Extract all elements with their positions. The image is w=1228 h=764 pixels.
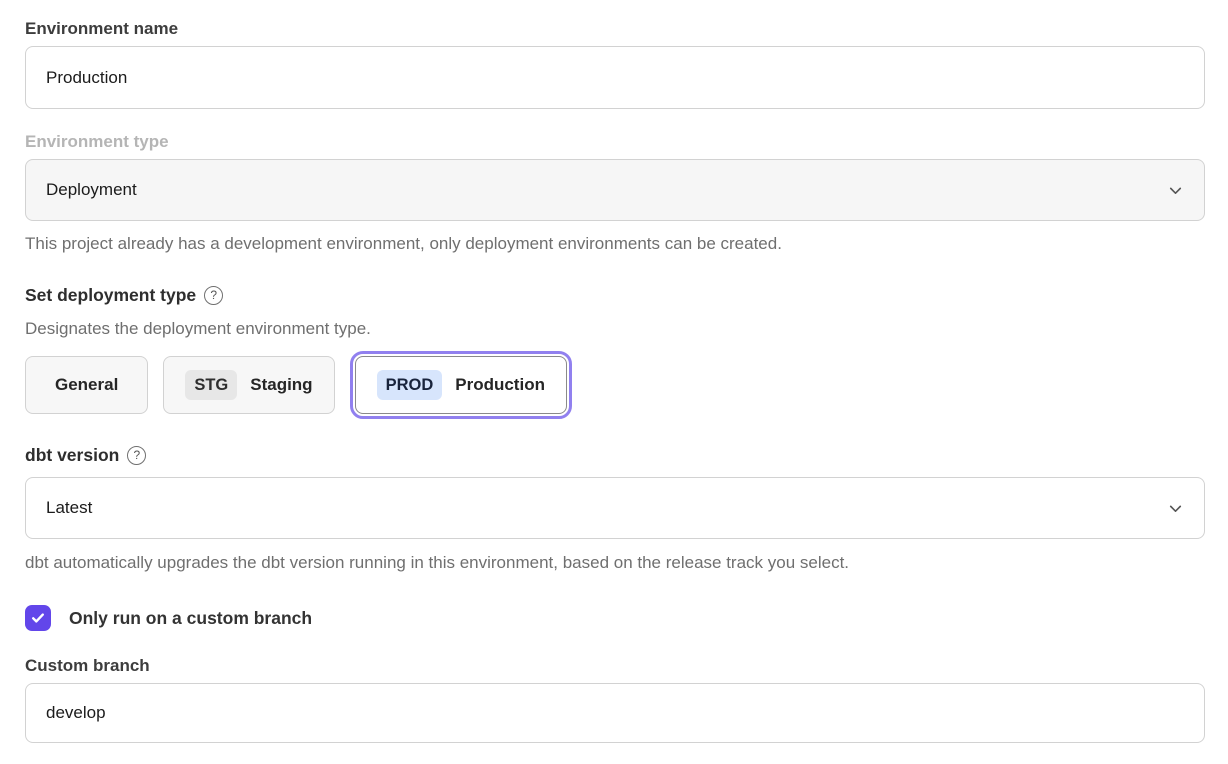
- chevron-down-icon: [1167, 182, 1184, 199]
- deployment-type-section: Set deployment type ? Designates the dep…: [25, 284, 1205, 417]
- dbt-version-field: dbt version ? Latest dbt automatically u…: [25, 444, 1205, 574]
- deployment-type-heading: Set deployment type: [25, 284, 196, 306]
- custom-branch-checkbox-label: Only run on a custom branch: [69, 608, 312, 629]
- environment-name-field: Environment name: [25, 18, 1205, 109]
- environment-name-input[interactable]: [25, 46, 1205, 109]
- environment-type-field: Environment type Deployment This project…: [25, 131, 1205, 255]
- deployment-type-option-general-label: General: [55, 375, 118, 395]
- deployment-type-option-general[interactable]: General: [25, 356, 148, 414]
- checkmark-icon: [30, 610, 46, 626]
- custom-branch-input[interactable]: [25, 683, 1205, 743]
- deployment-type-option-production-label: Production: [455, 375, 545, 395]
- environment-type-helper: This project already has a development e…: [25, 233, 1205, 255]
- deployment-type-option-staging[interactable]: STG Staging: [163, 356, 334, 414]
- help-icon[interactable]: ?: [204, 286, 223, 305]
- environment-name-label: Environment name: [25, 18, 1205, 39]
- help-icon[interactable]: ?: [127, 446, 146, 465]
- environment-settings-form: Environment name Environment type Deploy…: [25, 18, 1205, 743]
- chevron-down-icon: [1167, 500, 1184, 517]
- deployment-type-helper: Designates the deployment environment ty…: [25, 318, 1205, 340]
- deployment-type-options: General STG Staging PROD Production: [25, 352, 1205, 417]
- custom-branch-field: Custom branch: [25, 655, 1205, 743]
- environment-type-value: Deployment: [46, 180, 137, 200]
- production-badge: PROD: [377, 370, 443, 400]
- environment-type-label: Environment type: [25, 131, 1205, 152]
- staging-badge: STG: [185, 370, 237, 400]
- dbt-version-value: Latest: [46, 498, 92, 518]
- custom-branch-checkbox[interactable]: [25, 605, 51, 631]
- custom-branch-checkbox-row: Only run on a custom branch: [25, 605, 1205, 631]
- dbt-version-helper: dbt automatically upgrades the dbt versi…: [25, 552, 1205, 574]
- dbt-version-select[interactable]: Latest: [25, 477, 1205, 539]
- deployment-type-option-production[interactable]: PROD Production: [355, 356, 567, 414]
- custom-branch-label: Custom branch: [25, 655, 1205, 676]
- dbt-version-label: dbt version: [25, 444, 119, 466]
- deployment-type-option-staging-label: Staging: [250, 375, 312, 395]
- environment-type-select[interactable]: Deployment: [25, 159, 1205, 221]
